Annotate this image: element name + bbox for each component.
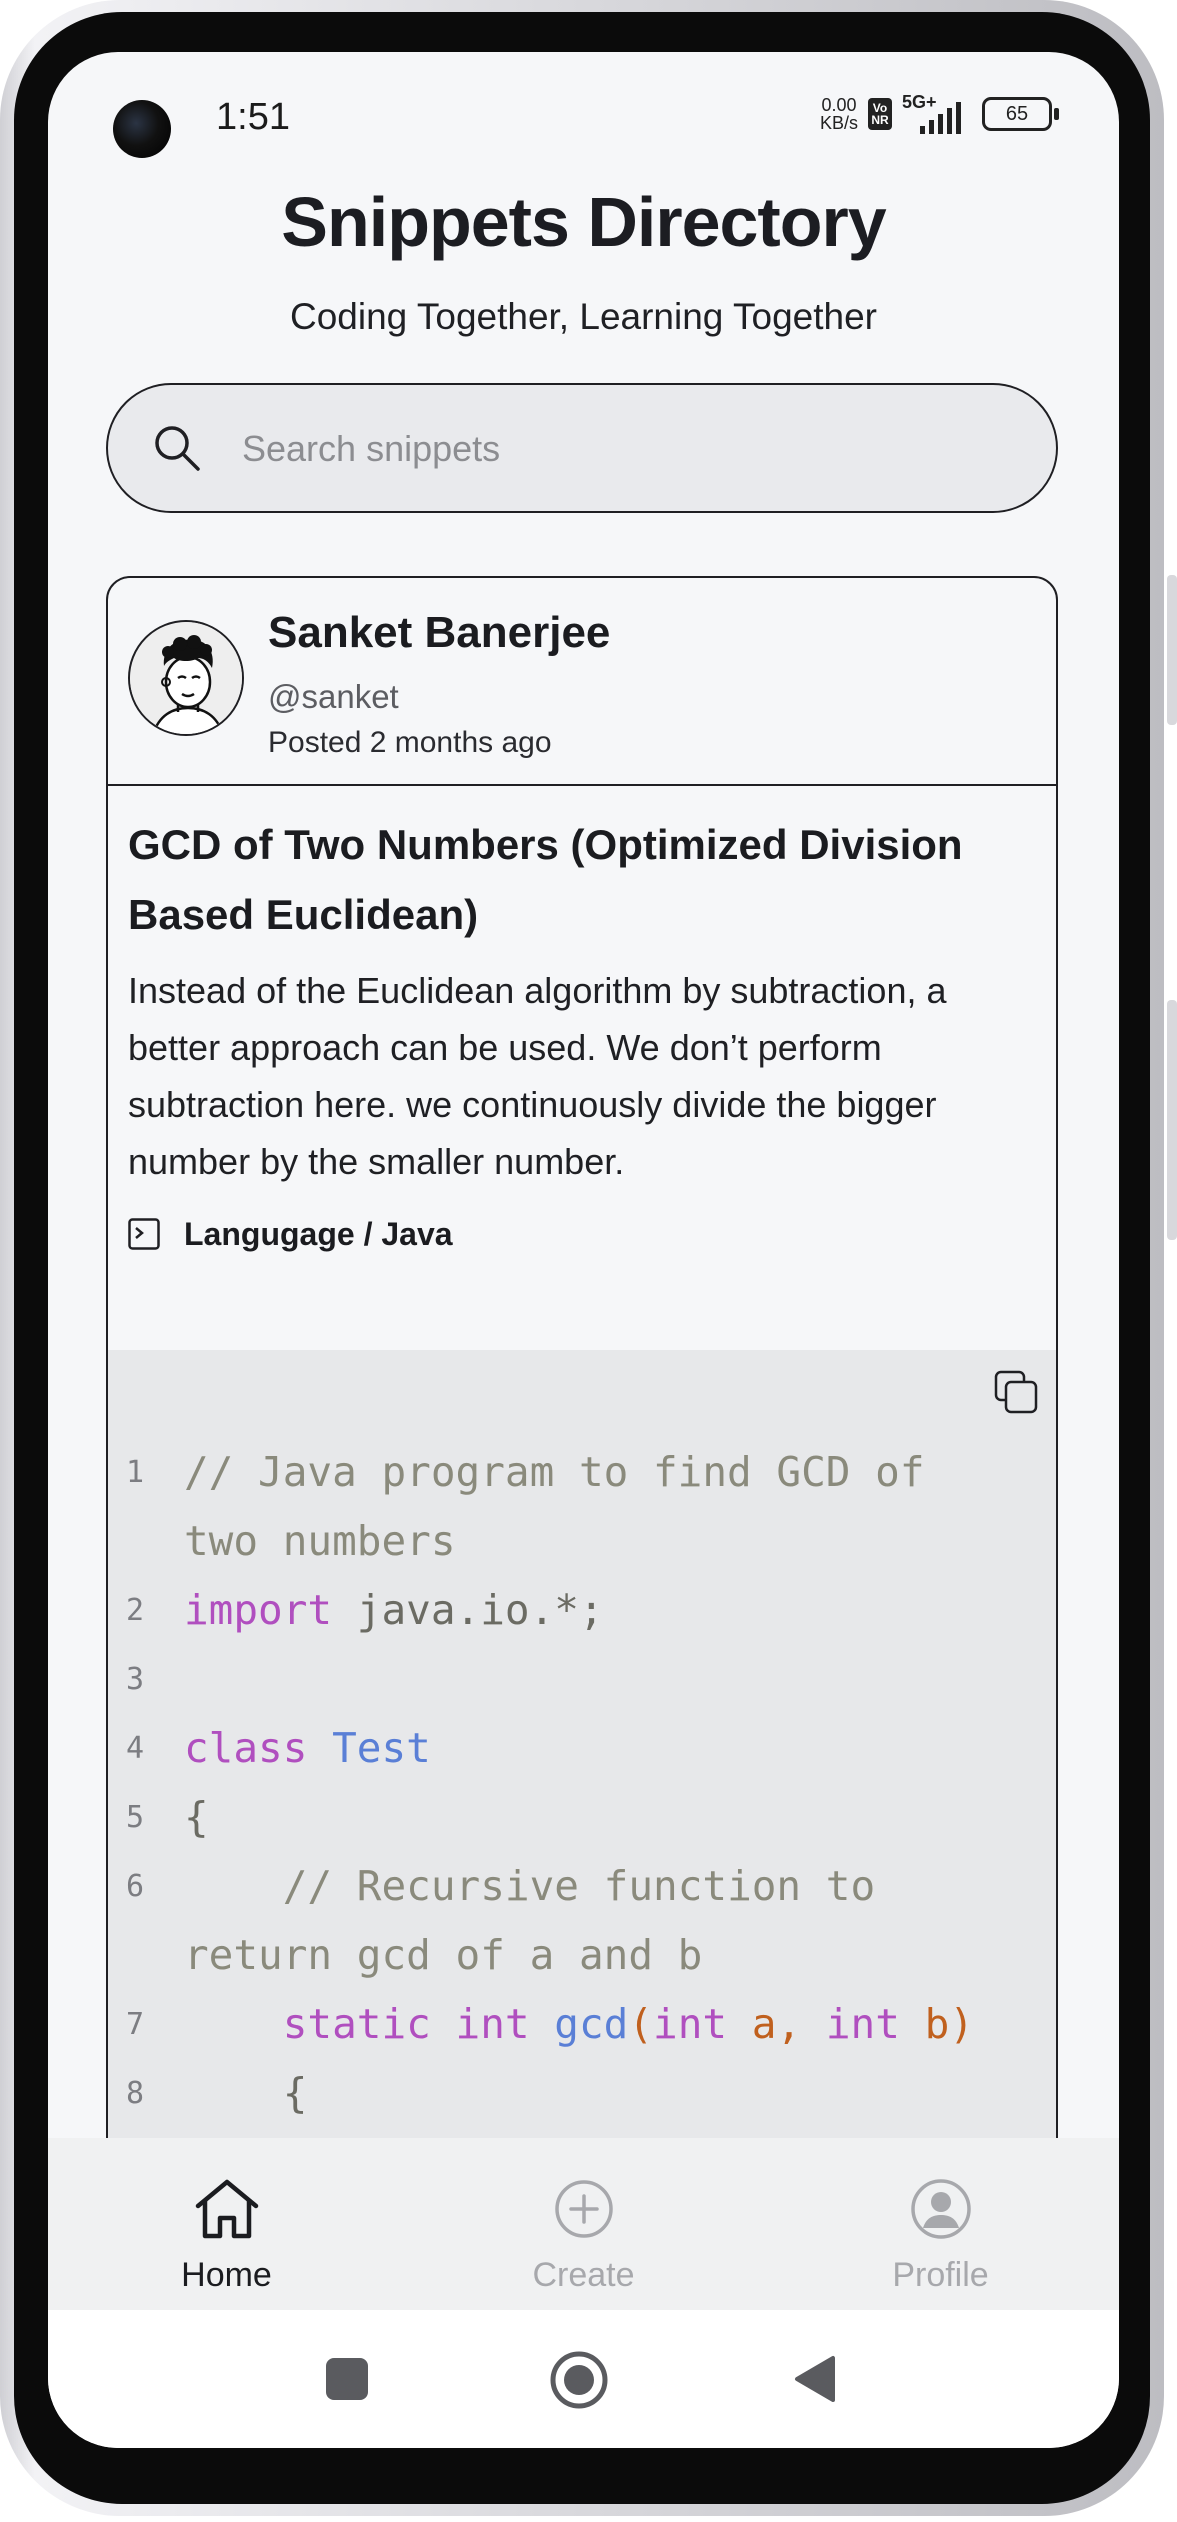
page-subtitle: Coding Together, Learning Together xyxy=(290,296,877,337)
code-line: 5{ xyxy=(108,1783,1056,1852)
page-title: Snippets Directory xyxy=(281,183,886,261)
code-line: 4 class Test xyxy=(108,1714,1056,1783)
line-number: 5 xyxy=(125,1800,144,1835)
code-content: ​ xyxy=(184,1645,1056,1714)
system-navigation-bar xyxy=(48,2310,1119,2448)
code-content: import java.io.*; xyxy=(184,1576,1056,1645)
power-button xyxy=(1167,1000,1177,1240)
code-token: gcd xyxy=(554,2000,629,2048)
line-number: 3 xyxy=(125,1662,144,1697)
code-token: Test xyxy=(332,1724,431,1772)
search-icon xyxy=(155,426,200,471)
code-content: class Test xyxy=(184,1714,1056,1783)
nav-create-label: Create xyxy=(532,2256,635,2294)
code-line: 2 import java.io.*; xyxy=(108,1576,1056,1645)
line-number: 4 xyxy=(125,1731,144,1766)
snippet-card[interactable]: Sanket Banerjee @sanket Posted 2 months … xyxy=(106,576,1058,2376)
copy-icon[interactable] xyxy=(994,1370,1038,1414)
code-content: // Recursive function to return gcd of a… xyxy=(184,1852,1056,1990)
code-token: class xyxy=(184,1724,308,1772)
code-token: { xyxy=(184,2069,308,2117)
code-token: a, xyxy=(727,2000,826,2048)
network-speed-value: 0.00 xyxy=(821,95,857,115)
terminal-icon xyxy=(128,1218,160,1250)
snippet-title: GCD of Two Numbers (Optimized Division B… xyxy=(128,821,963,938)
avatar[interactable] xyxy=(128,620,244,736)
code-token: static xyxy=(282,2000,431,2048)
search-input[interactable] xyxy=(240,415,1004,483)
volte-badge: Vo NR xyxy=(868,98,892,130)
code-content: static int gcd(int a, int b) xyxy=(184,1990,1056,2059)
code-content: // Java program to find GCD of two numbe… xyxy=(184,1438,1056,1576)
screen: 1:51 0.00 KB/s Vo NR 5G+ 65 Snippets Dir… xyxy=(48,52,1119,2448)
search-bar[interactable] xyxy=(106,383,1058,513)
status-icons: 0.00 KB/s Vo NR 5G+ 65 xyxy=(820,92,1059,134)
post-timestamp: Posted 2 months ago xyxy=(268,726,552,759)
author-name[interactable]: Sanket Banerjee xyxy=(268,608,610,658)
author-handle[interactable]: @sanket xyxy=(268,678,399,716)
code-token: ( xyxy=(628,2000,654,2048)
code-token: int xyxy=(455,2000,530,2048)
signal-icon: 5G+ xyxy=(902,92,972,134)
network-speed: 0.00 KB/s xyxy=(820,96,858,132)
line-number: 2 xyxy=(125,1593,144,1628)
language-label: Langugage / Java xyxy=(184,1215,453,1252)
author-header[interactable]: Sanket Banerjee @sanket Posted 2 months … xyxy=(108,578,1056,786)
code-line: 1 // Java program to find GCD of two numb… xyxy=(108,1438,1056,1576)
code-token: int xyxy=(653,2000,728,2048)
battery-level: 65 xyxy=(982,97,1052,131)
code-content: { xyxy=(184,1783,1056,1852)
code-token: java.io.*; xyxy=(332,1586,604,1634)
volume-button xyxy=(1167,575,1177,725)
battery-icon: 65 xyxy=(982,97,1059,131)
nav-create[interactable]: Create xyxy=(405,2138,762,2310)
front-camera xyxy=(113,100,171,158)
code-token: int xyxy=(825,2000,900,2048)
code-token: b) xyxy=(899,2000,974,2048)
profile-icon xyxy=(910,2179,971,2239)
nav-profile[interactable]: Profile xyxy=(762,2138,1119,2310)
line-number: 7 xyxy=(125,2007,144,2042)
status-time: 1:51 xyxy=(216,96,290,138)
code-content: { xyxy=(184,2059,1056,2128)
language-tag: Langugage / Java xyxy=(128,1214,453,1254)
network-speed-unit: KB/s xyxy=(819,113,858,133)
avatar-illustration xyxy=(130,622,242,734)
nav-profile-label: Profile xyxy=(892,2256,989,2294)
code-line: 3​ xyxy=(108,1645,1056,1714)
code-token: // Recursive function to return gcd of a… xyxy=(184,1862,900,1979)
home-system-button[interactable] xyxy=(549,2350,609,2410)
code-line: 8 { xyxy=(108,2059,1056,2128)
line-number: 1 xyxy=(125,1455,144,1490)
home-icon xyxy=(195,2179,258,2239)
snippet-description: Instead of the Euclidean algorithm by su… xyxy=(128,970,947,1182)
nav-home-label: Home xyxy=(181,2256,272,2294)
code-lines: 1 // Java program to find GCD of two numb… xyxy=(108,1438,1056,2128)
nav-home[interactable]: Home xyxy=(48,2138,405,2310)
code-token: { xyxy=(184,1793,209,1841)
line-number: 8 xyxy=(125,2076,144,2111)
code-token: import xyxy=(184,1586,333,1634)
bottom-navigation: Home Create Profile xyxy=(48,2138,1119,2310)
status-bar: 1:51 0.00 KB/s Vo NR 5G+ 65 xyxy=(48,52,1119,182)
line-number: 6 xyxy=(125,1869,144,1904)
back-button[interactable] xyxy=(789,2354,839,2404)
recents-button[interactable] xyxy=(322,2354,372,2404)
code-token: // Java program to find GCD of two numbe… xyxy=(184,1448,950,1565)
code-line: 7 static int gcd(int a, int b) xyxy=(108,1990,1056,2059)
code-line: 6 // Recursive function to return gcd of… xyxy=(108,1852,1056,1990)
plus-circle-icon xyxy=(554,2180,613,2238)
